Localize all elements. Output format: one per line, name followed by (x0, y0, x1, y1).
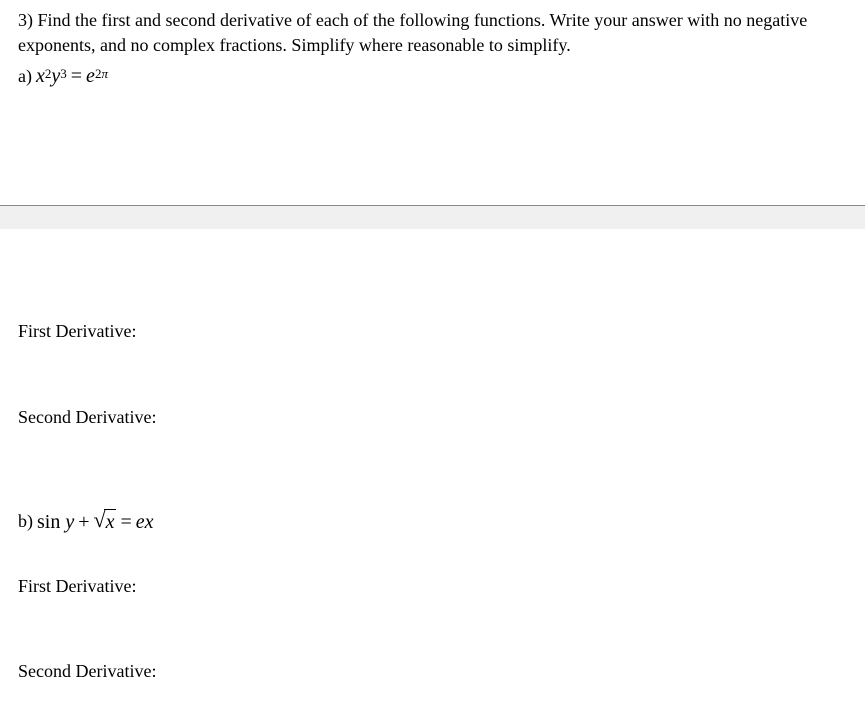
equals-a: = (71, 62, 82, 90)
part-b-label: b) (18, 509, 33, 534)
sqrt-container: √ x (94, 509, 117, 534)
first-derivative-label-b: First Derivative: (18, 574, 847, 599)
part-a-equation: x2y3 = e2π (36, 62, 108, 90)
question-number: 3) (18, 10, 33, 30)
plus-b: + (78, 508, 89, 536)
part-b-equation: sin y + √ x = ex (37, 508, 154, 536)
question-body: Find the first and second derivative of … (18, 10, 807, 55)
var-e: e (86, 62, 95, 90)
var-e-b: e (136, 508, 145, 536)
var-y-b: y (65, 508, 74, 536)
separator-bar (0, 205, 865, 229)
part-b: b) sin y + √ x = ex (18, 508, 847, 536)
part-a: a) x2y3 = e2π (18, 62, 847, 90)
exp-e-sym: π (101, 65, 108, 83)
sqrt-content: x (104, 509, 117, 534)
var-y: y (51, 62, 60, 90)
var-x-b: x (145, 508, 154, 536)
equals-b: = (120, 508, 131, 536)
first-derivative-label-a: First Derivative: (18, 319, 847, 344)
question-text: 3) Find the first and second derivative … (18, 8, 847, 58)
sin-text: sin (37, 508, 60, 536)
part-a-label: a) (18, 64, 32, 89)
second-derivative-label-a: Second Derivative: (18, 405, 847, 430)
var-x: x (36, 62, 45, 90)
exp-y: 3 (60, 65, 67, 83)
second-derivative-label-b: Second Derivative: (18, 659, 847, 684)
exp-x: 2 (45, 65, 52, 83)
